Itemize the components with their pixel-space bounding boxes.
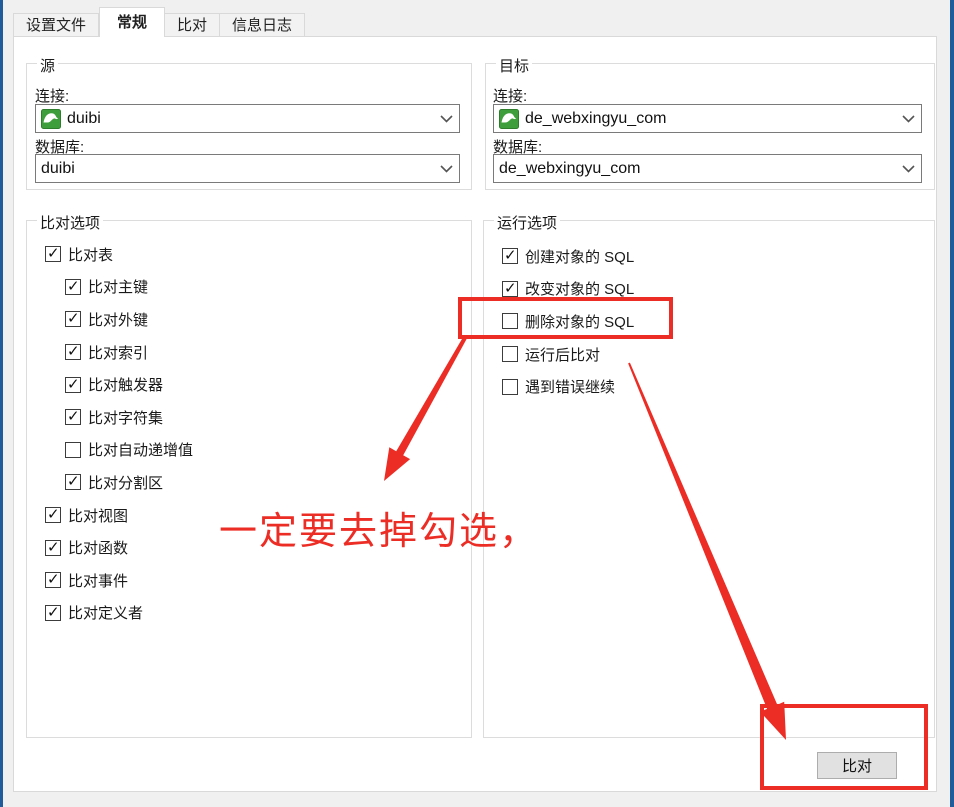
source-connection-select[interactable]: duibi [35,104,460,133]
run-options-title: 运行选项 [494,212,560,233]
mysql-icon [41,109,61,129]
checkbox-run-创建对象的 SQL[interactable]: 创建对象的 SQL [502,240,634,273]
checkbox-checked-icon[interactable] [45,605,61,621]
tab-常规[interactable]: 常规 [99,7,165,37]
checkbox-label: 遇到错误继续 [525,376,615,397]
checkbox-compare-比对外键[interactable]: 比对外键 [65,303,193,336]
checkbox-run-改变对象的 SQL[interactable]: 改变对象的 SQL [502,273,634,306]
checkbox-checked-icon[interactable] [65,474,81,490]
checkbox-checked-icon[interactable] [45,572,61,588]
checkbox-label: 比对事件 [68,570,128,591]
source-database-value: duibi [41,160,434,178]
checkbox-compare-比对主键[interactable]: 比对主键 [65,271,193,304]
checkbox-run-删除对象的 SQL[interactable]: 删除对象的 SQL [502,305,634,338]
checkbox-label: 比对字符集 [88,407,163,428]
target-connection-value: de_webxingyu_com [525,110,896,128]
checkbox-label: 比对自动递增值 [88,439,193,460]
checkbox-compare-比对事件[interactable]: 比对事件 [45,564,193,597]
checkbox-compare-比对自动递增值[interactable]: 比对自动递增值 [65,434,193,467]
checkbox-unchecked-icon[interactable] [502,346,518,362]
source-database-select[interactable]: duibi [35,154,460,183]
target-connection-label: 连接: [493,85,527,106]
checkbox-unchecked-icon[interactable] [502,379,518,395]
checkbox-label: 比对主键 [88,276,148,297]
checkbox-checked-icon[interactable] [65,279,81,295]
compare-options-list: 比对表比对主键比对外键比对索引比对触发器比对字符集比对自动递增值比对分割区比对视… [45,238,193,629]
target-group-title: 目标 [496,55,532,76]
checkbox-compare-比对索引[interactable]: 比对索引 [65,336,193,369]
checkbox-label: 比对分割区 [88,472,163,493]
checkbox-run-遇到错误继续[interactable]: 遇到错误继续 [502,370,634,403]
checkbox-compare-比对字符集[interactable]: 比对字符集 [65,401,193,434]
tab-设置文件[interactable]: 设置文件 [13,13,99,37]
run-options-list: 创建对象的 SQL 改变对象的 SQL 删除对象的 SQL 运行后比对遇到错误继续 [502,240,634,403]
checkbox-checked-icon[interactable] [45,507,61,523]
checkbox-compare-比对触发器[interactable]: 比对触发器 [65,368,193,401]
checkbox-compare-比对函数[interactable]: 比对函数 [45,531,193,564]
tab-比对[interactable]: 比对 [165,13,220,37]
checkbox-checked-icon[interactable] [65,377,81,393]
checkbox-run-运行后比对[interactable]: 运行后比对 [502,338,634,371]
compare-button[interactable]: 比对 [817,752,897,779]
checkbox-checked-icon[interactable] [65,344,81,360]
checkbox-label: 比对触发器 [88,374,163,395]
window-border-left [0,0,3,807]
checkbox-unchecked-icon[interactable] [65,442,81,458]
checkbox-label: 比对索引 [88,342,148,363]
checkbox-label: 比对视图 [68,505,128,526]
target-connection-select[interactable]: de_webxingyu_com [493,104,922,133]
source-connection-value: duibi [67,110,434,128]
tab-strip: 设置文件常规比对信息日志 [13,7,305,37]
checkbox-label: 删除对象的 SQL [525,311,634,332]
checkbox-label: 比对表 [68,244,113,265]
chevron-down-icon [440,115,453,123]
source-group-title: 源 [37,55,58,76]
checkbox-compare-比对视图[interactable]: 比对视图 [45,499,193,532]
checkbox-label: 比对外键 [88,309,148,330]
checkbox-label: 比对定义者 [68,602,143,623]
checkbox-compare-比对表[interactable]: 比对表 [45,238,193,271]
sync-options-dialog: 设置文件常规比对信息日志 源 连接: duibi 数据库: duibi 目标 连… [0,0,954,807]
mysql-icon [499,109,519,129]
checkbox-label: 改变对象的 SQL [525,278,634,299]
target-database-value: de_webxingyu_com [499,160,896,178]
target-database-select[interactable]: de_webxingyu_com [493,154,922,183]
checkbox-checked-icon[interactable] [502,281,518,297]
chevron-down-icon [902,165,915,173]
window-border-right [950,0,954,807]
checkbox-checked-icon[interactable] [45,246,61,262]
checkbox-label: 创建对象的 SQL [525,246,634,267]
checkbox-unchecked-icon[interactable] [502,313,518,329]
compare-options-title: 比对选项 [37,212,103,233]
checkbox-label: 比对函数 [68,537,128,558]
checkbox-checked-icon[interactable] [65,311,81,327]
checkbox-checked-icon[interactable] [502,248,518,264]
checkbox-compare-比对定义者[interactable]: 比对定义者 [45,597,193,630]
checkbox-checked-icon[interactable] [65,409,81,425]
source-connection-label: 连接: [35,85,69,106]
checkbox-label: 运行后比对 [525,344,600,365]
chevron-down-icon [902,115,915,123]
chevron-down-icon [440,165,453,173]
tab-信息日志[interactable]: 信息日志 [220,13,305,37]
checkbox-checked-icon[interactable] [45,540,61,556]
checkbox-compare-比对分割区[interactable]: 比对分割区 [65,466,193,499]
